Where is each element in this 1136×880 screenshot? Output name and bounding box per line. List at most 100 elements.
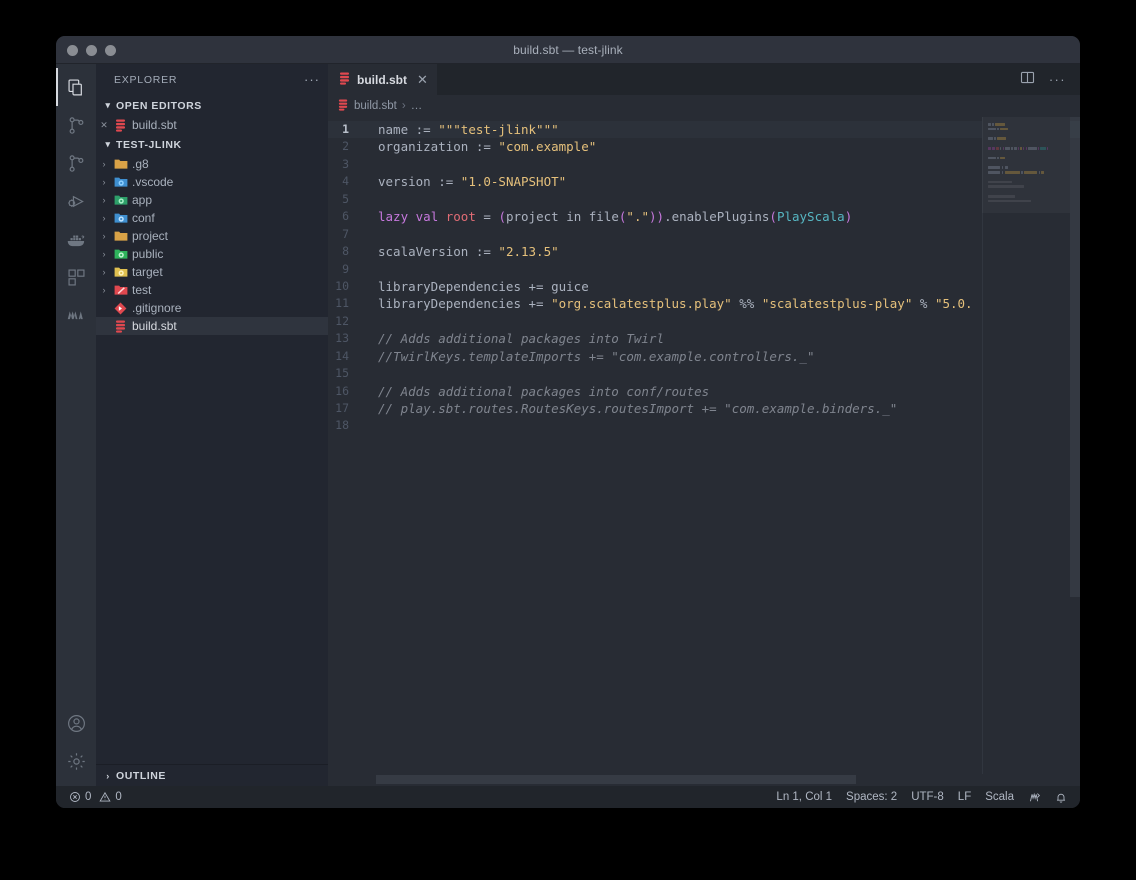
activity-extensions[interactable] bbox=[56, 258, 96, 296]
chevron-right-icon[interactable]: › bbox=[96, 231, 112, 241]
tree-item-label: test bbox=[132, 283, 152, 297]
activity-explorer[interactable] bbox=[56, 68, 96, 106]
file-tree: › .g8 › .vscode › app › conf › project › public › tar… bbox=[96, 155, 328, 764]
status-notifications[interactable] bbox=[1048, 786, 1074, 808]
tree-item-conf[interactable]: › conf bbox=[96, 209, 328, 227]
section-outline[interactable]: › OUTLINE bbox=[96, 764, 328, 786]
target-folder-icon bbox=[112, 266, 129, 278]
code-line[interactable]: 5 bbox=[328, 191, 1080, 208]
activity-manage[interactable] bbox=[56, 742, 96, 780]
activity-metals[interactable] bbox=[56, 296, 96, 334]
breadcrumb-file[interactable]: build.sbt bbox=[354, 100, 397, 112]
activity-docker[interactable] bbox=[56, 220, 96, 258]
breadcrumb-rest[interactable]: … bbox=[411, 100, 423, 112]
chevron-right-icon[interactable]: › bbox=[96, 213, 112, 223]
tree-item-label: conf bbox=[132, 211, 155, 225]
code-line[interactable]: 11 libraryDependencies += "org.scalatestp… bbox=[328, 295, 1080, 312]
chevron-right-icon: › bbox=[106, 770, 110, 781]
vertical-scrollbar-thumb[interactable] bbox=[1070, 117, 1080, 597]
status-eol[interactable]: LF bbox=[951, 786, 978, 808]
sidebar-title: EXPLORER bbox=[114, 73, 178, 86]
sbt-file-icon bbox=[338, 99, 349, 114]
code-line[interactable]: 10 libraryDependencies += guice bbox=[328, 278, 1080, 295]
section-project[interactable]: ▾ TEST-JLINK bbox=[96, 134, 328, 155]
chevron-right-icon[interactable]: › bbox=[96, 159, 112, 169]
tree-item-gitignore[interactable]: .gitignore bbox=[96, 299, 328, 317]
open-editor-label: build.sbt bbox=[132, 118, 177, 132]
chevron-right-icon[interactable]: › bbox=[96, 285, 112, 295]
split-editor-icon[interactable] bbox=[1020, 70, 1035, 90]
minimize-button[interactable] bbox=[86, 45, 97, 56]
activity-source-control-alt[interactable] bbox=[56, 144, 96, 182]
open-editor-item[interactable]: ✕ build.sbt bbox=[96, 116, 328, 134]
title-bar: build.sbt — test-jlink bbox=[56, 36, 1080, 64]
tree-item-app[interactable]: › app bbox=[96, 191, 328, 209]
sbt-file-icon bbox=[112, 119, 129, 132]
zoom-button[interactable] bbox=[105, 45, 116, 56]
tab-close-icon[interactable]: ✕ bbox=[417, 72, 428, 88]
sidebar-more-actions[interactable]: ··· bbox=[304, 73, 320, 86]
code-line[interactable]: 13 // Adds additional packages into Twirl bbox=[328, 330, 1080, 347]
code-line[interactable]: 6 lazy val root = (project in file(".")).… bbox=[328, 208, 1080, 225]
code-line[interactable]: 3 bbox=[328, 156, 1080, 173]
status-encoding[interactable]: UTF-8 bbox=[904, 786, 951, 808]
gear-icon bbox=[66, 751, 87, 772]
status-line-col[interactable]: Ln 1, Col 1 bbox=[769, 786, 839, 808]
tree-item-target[interactable]: › target bbox=[96, 263, 328, 281]
close-icon[interactable]: ✕ bbox=[96, 120, 112, 131]
status-language-mode[interactable]: Scala bbox=[978, 786, 1021, 808]
line-number: 12 bbox=[335, 313, 349, 328]
editor-actions: ··· bbox=[1020, 64, 1080, 95]
vertical-scrollbar[interactable] bbox=[1070, 117, 1080, 774]
tab-build-sbt[interactable]: build.sbt ✕ bbox=[328, 64, 438, 95]
status-metals[interactable] bbox=[1021, 786, 1048, 808]
code-line[interactable]: 7 bbox=[328, 226, 1080, 243]
tree-item-build-sbt[interactable]: build.sbt bbox=[96, 317, 328, 335]
section-open-editors[interactable]: ▾ OPEN EDITORS bbox=[96, 95, 328, 116]
code-line[interactable]: 17 // play.sbt.routes.RoutesKeys.routesIm… bbox=[328, 400, 1080, 417]
code-line[interactable]: 8 scalaVersion := "2.13.5" bbox=[328, 243, 1080, 260]
code-line[interactable]: 15 bbox=[328, 365, 1080, 382]
code-editor[interactable]: 1 name := """test-jlink""" 2 organization :… bbox=[328, 117, 1080, 774]
code-line[interactable]: 2 organization := "com.example" bbox=[328, 138, 1080, 155]
horizontal-scrollbar[interactable] bbox=[328, 774, 1080, 786]
line-number: 16 bbox=[335, 383, 349, 398]
activity-accounts[interactable] bbox=[56, 704, 96, 742]
close-button[interactable] bbox=[67, 45, 78, 56]
horizontal-scrollbar-thumb[interactable] bbox=[376, 775, 856, 784]
activity-source-control[interactable] bbox=[56, 106, 96, 144]
tree-item-public[interactable]: › public bbox=[96, 245, 328, 263]
line-number: 10 bbox=[335, 278, 349, 293]
line-number: 9 bbox=[342, 261, 349, 276]
source-control-icon bbox=[66, 153, 87, 174]
source-control-icon bbox=[66, 115, 87, 136]
code-line[interactable]: 18 bbox=[328, 417, 1080, 434]
tree-item-vscode[interactable]: › .vscode bbox=[96, 173, 328, 191]
status-bar: 0 0 Ln 1, Col 1 Spaces: 2 UTF-8 LF Scala bbox=[56, 786, 1080, 808]
tree-item-label: build.sbt bbox=[132, 319, 177, 333]
code-line[interactable]: 4 version := "1.0-SNAPSHOT" bbox=[328, 173, 1080, 190]
code-line[interactable]: 12 bbox=[328, 313, 1080, 330]
chevron-right-icon[interactable]: › bbox=[96, 267, 112, 277]
chevron-right-icon[interactable]: › bbox=[96, 177, 112, 187]
line-number: 4 bbox=[342, 174, 349, 189]
tree-item-g8[interactable]: › .g8 bbox=[96, 155, 328, 173]
line-content: // Adds additional packages into Twirl bbox=[378, 331, 664, 347]
chevron-right-icon[interactable]: › bbox=[96, 195, 112, 205]
folder-icon bbox=[112, 158, 129, 170]
tree-item-test[interactable]: › test bbox=[96, 281, 328, 299]
line-number: 3 bbox=[342, 156, 349, 171]
status-problems[interactable]: 0 0 bbox=[62, 786, 129, 808]
code-line[interactable]: 1 name := """test-jlink""" bbox=[328, 121, 1080, 139]
line-number: 7 bbox=[342, 226, 349, 241]
code-line[interactable]: 9 bbox=[328, 261, 1080, 278]
sidebar: EXPLORER ··· ▾ OPEN EDITORS ✕ build.sbt ▾… bbox=[96, 64, 328, 786]
status-indentation[interactable]: Spaces: 2 bbox=[839, 786, 904, 808]
ellipsis-icon[interactable]: ··· bbox=[1049, 73, 1066, 86]
chevron-right-icon[interactable]: › bbox=[96, 249, 112, 259]
code-line[interactable]: 14 //TwirlKeys.templateImports += "com.ex… bbox=[328, 348, 1080, 365]
code-line[interactable]: 16 // Adds additional packages into conf/… bbox=[328, 383, 1080, 400]
warning-icon bbox=[99, 791, 111, 803]
tree-item-project[interactable]: › project bbox=[96, 227, 328, 245]
activity-run-and-debug[interactable] bbox=[56, 182, 96, 220]
